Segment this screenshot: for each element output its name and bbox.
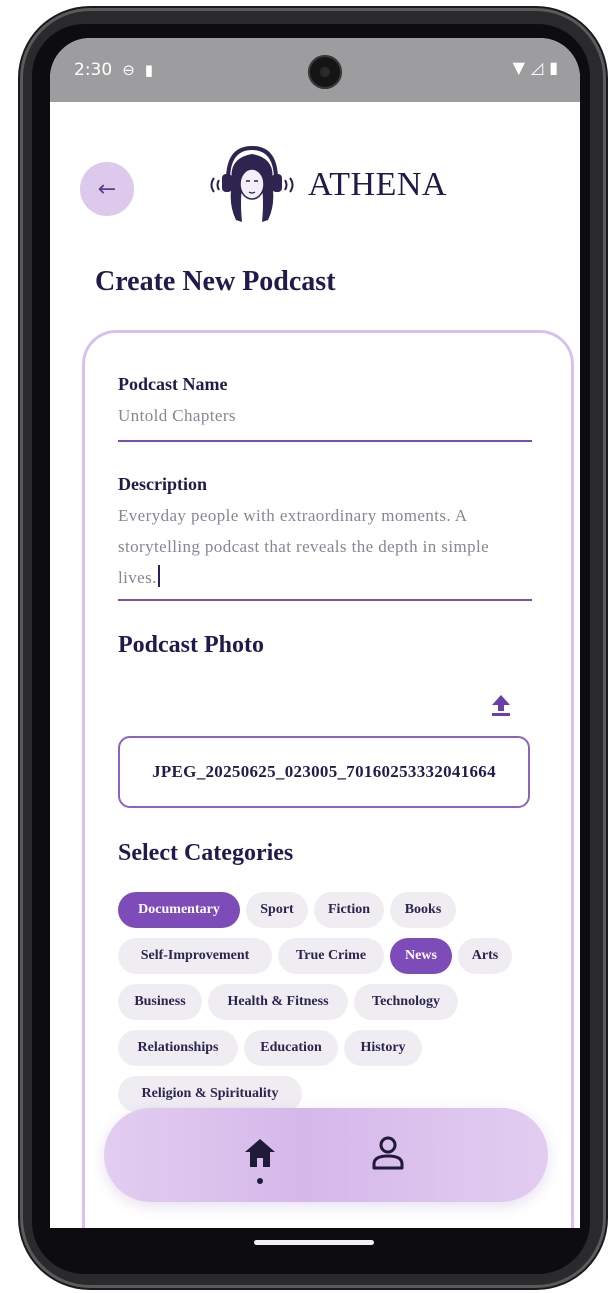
chip-label: Business (134, 994, 186, 1009)
profile-icon[interactable] (370, 1134, 406, 1172)
photo-file-field[interactable]: JPEG_20250625_023005_70160253332041664 (118, 736, 530, 808)
category-chip-self-improvement[interactable]: Self-Improvement (118, 938, 272, 974)
chip-label: Self-Improvement (140, 948, 250, 963)
text-cursor (157, 565, 160, 587)
arrow-left-icon: ← (97, 176, 117, 202)
app-screen: 2:30 ⊖ ▮ ▼ ◿ ▮ ← ATHENA Create New Podca… (50, 38, 580, 1228)
upload-icon[interactable] (488, 692, 514, 718)
chip-label: Fiction (328, 902, 370, 917)
category-chip-books[interactable]: Books (390, 892, 456, 928)
photo-filename: JPEG_20250625_023005_70160253332041664 (152, 762, 496, 781)
wifi-icon: ▼ (512, 58, 525, 77)
chip-label: Arts (471, 948, 499, 963)
category-chip-business[interactable]: Business (118, 984, 202, 1020)
status-bar: 2:30 ⊖ ▮ ▼ ◿ ▮ (50, 38, 580, 102)
status-time: 2:30 (74, 60, 113, 80)
category-chip-health-fitness[interactable]: Health & Fitness (208, 984, 348, 1020)
category-chip-education[interactable]: Education (244, 1030, 338, 1066)
bottom-navigation (104, 1108, 548, 1202)
chip-label: True Crime (295, 948, 367, 963)
chip-label: Sport (260, 902, 294, 917)
sync-icon: ⊖ (122, 61, 135, 79)
status-left: 2:30 ⊖ ▮ (74, 60, 153, 80)
front-camera (308, 55, 342, 89)
podcast-name-underline (118, 440, 532, 442)
chip-label: Education (260, 1040, 322, 1055)
podcast-name-label: Podcast Name (118, 374, 228, 394)
sim-card-icon: ▮ (144, 61, 154, 79)
category-chip-technology[interactable]: Technology (354, 984, 458, 1020)
category-chip-news[interactable]: News (390, 938, 452, 974)
description-text: Everyday people with extraordinary momen… (118, 506, 490, 587)
gesture-handle[interactable] (254, 1240, 374, 1245)
battery-icon: ▮ (549, 58, 558, 77)
podcast-photo-title: Podcast Photo (118, 632, 264, 658)
back-button[interactable]: ← (80, 162, 134, 216)
podcast-name-input[interactable]: Untold Chapters (118, 406, 236, 426)
categories-title: Select Categories (118, 840, 294, 866)
category-chip-relationships[interactable]: Relationships (118, 1030, 238, 1066)
chip-label: Relationships (137, 1040, 219, 1055)
athena-logo-icon (210, 145, 294, 222)
status-right: ▼ ◿ ▮ (513, 58, 558, 77)
category-chip-religion-spirituality[interactable]: Religion & Spirituality (118, 1076, 302, 1112)
chip-label: Documentary (138, 902, 220, 917)
page-title: Create New Podcast (95, 266, 336, 297)
home-icon[interactable] (243, 1136, 277, 1170)
brand-name: ATHENA (308, 166, 447, 203)
chip-label: Books (404, 902, 442, 917)
category-chip-true-crime[interactable]: True Crime (278, 938, 384, 974)
chip-label: Technology (372, 994, 440, 1009)
description-label: Description (118, 474, 207, 494)
chip-label: News (405, 948, 437, 963)
active-indicator-dot (257, 1178, 263, 1184)
category-chip-fiction[interactable]: Fiction (314, 892, 384, 928)
signal-icon: ◿ (530, 58, 544, 77)
category-chip-arts[interactable]: Arts (458, 938, 512, 974)
app-brand: ATHENA (204, 142, 447, 228)
category-chip-documentary[interactable]: Documentary (118, 892, 240, 928)
description-input[interactable]: Everyday people with extraordinary momen… (118, 500, 528, 593)
chip-label: Religion & Spirituality (141, 1086, 279, 1101)
chip-label: History (360, 1040, 406, 1055)
category-chip-sport[interactable]: Sport (246, 892, 308, 928)
category-chip-history[interactable]: History (344, 1030, 422, 1066)
description-underline (118, 599, 532, 601)
system-gesture-area (50, 1228, 580, 1272)
chip-label: Health & Fitness (227, 994, 329, 1009)
